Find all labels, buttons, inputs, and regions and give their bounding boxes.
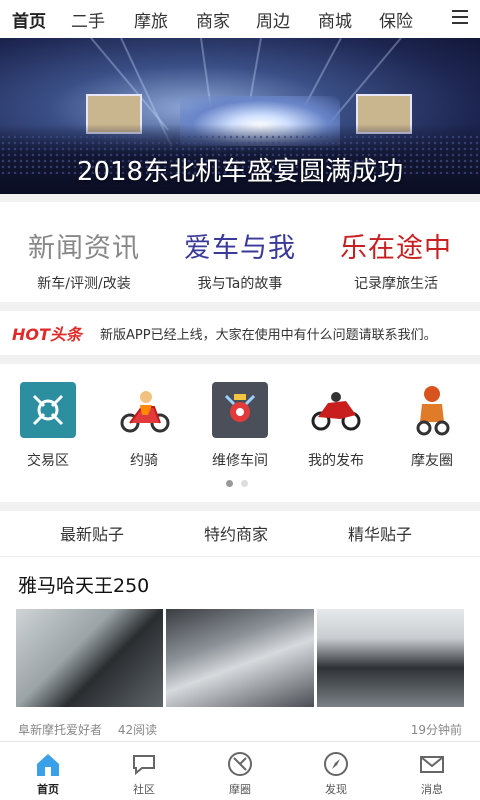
pager-dot[interactable] <box>241 480 248 487</box>
rider-icon <box>404 382 460 438</box>
entry-ride-label: 约骑 <box>130 453 158 469</box>
post-image[interactable] <box>166 609 314 707</box>
tab-special-merchants[interactable]: 特约商家 <box>204 521 268 545</box>
tab-home[interactable]: 首页 <box>12 7 46 42</box>
tab-nearby[interactable]: 周边 <box>256 7 290 32</box>
post-image[interactable] <box>316 609 464 707</box>
compass-icon <box>324 752 348 776</box>
bottom-nav-messages[interactable]: 消息 <box>384 742 480 800</box>
entry-trade[interactable]: 交易区 <box>0 382 96 470</box>
category-my-bike-title: 爱车与我 <box>184 233 296 264</box>
bottom-nav-discover-label: 发现 <box>325 783 347 796</box>
tab-featured-posts[interactable]: 精华贴子 <box>348 521 412 545</box>
post-images <box>16 609 464 707</box>
pager-dot[interactable] <box>226 480 233 487</box>
trade-tools-icon <box>20 382 76 438</box>
grid-pager[interactable] <box>226 480 248 487</box>
tab-latest-posts[interactable]: 最新贴子 <box>60 521 124 559</box>
quick-entry-grid: 交易区 约骑 维修车间 我的发布 摩友圈 <box>0 364 480 502</box>
bottom-nav-home-label: 首页 <box>37 783 59 796</box>
bottom-nav-messages-label: 消息 <box>421 783 443 796</box>
post-image[interactable] <box>16 609 164 707</box>
post-time: 19分钟前 <box>410 723 462 737</box>
hot-headline-bar[interactable]: HOT头条 新版APP已经上线，大家在使用中有什么问题请联系我们。 <box>0 311 480 355</box>
category-my-bike[interactable]: 爱车与我 我与Ta的故事 <box>160 226 320 293</box>
entry-repair-label: 维修车间 <box>212 453 268 469</box>
post-tabs: 最新贴子 特约商家 精华贴子 <box>0 511 480 559</box>
bottom-nav-discover[interactable]: 发现 <box>288 742 384 800</box>
post-author: 阜新摩托爱好者 <box>18 723 103 737</box>
hot-logo: HOT头条 <box>12 325 82 344</box>
post-card[interactable]: 雅马哈天王250 阜新摩托爱好者 42阅读 19分钟前 <box>0 557 480 741</box>
entry-my-posts-label: 我的发布 <box>308 453 364 469</box>
entry-rider-circle[interactable]: 摩友圈 <box>384 382 480 470</box>
bottom-nav-moto-circle-label: 摩圈 <box>229 783 251 796</box>
sport-bike-icon <box>308 382 364 438</box>
bottom-nav-community-label: 社区 <box>133 783 155 796</box>
bottom-nav-moto-circle[interactable]: 摩圈 <box>192 742 288 800</box>
entry-ride[interactable]: 约骑 <box>96 382 192 470</box>
category-news-title: 新闻资讯 <box>28 233 140 264</box>
tab-insurance[interactable]: 保险 <box>379 7 413 32</box>
category-travel[interactable]: 乐在途中 记录摩旅生活 <box>316 226 476 293</box>
chat-bubble-icon <box>133 755 155 776</box>
entry-trade-label: 交易区 <box>27 453 69 469</box>
category-news[interactable]: 新闻资讯 新车/评测/改装 <box>4 226 164 293</box>
entry-rider-circle-label: 摩友圈 <box>411 453 453 469</box>
banner-caption: 2018东北机车盛宴圆满成功 <box>76 157 404 187</box>
home-icon <box>37 754 59 776</box>
category-my-bike-subtitle: 我与Ta的故事 <box>197 276 283 292</box>
post-meta: 阜新摩托爱好者 42阅读 <box>18 721 169 738</box>
envelope-icon <box>420 756 444 773</box>
scooter-ride-icon <box>116 382 172 438</box>
category-travel-subtitle: 记录摩旅生活 <box>354 276 438 292</box>
bottom-nav-home[interactable]: 首页 <box>0 742 96 800</box>
tab-merchants[interactable]: 商家 <box>196 7 230 32</box>
category-section: 新闻资讯 新车/评测/改装 爱车与我 我与Ta的故事 乐在途中 记录摩旅生活 <box>0 202 480 302</box>
post-reads: 42阅读 <box>117 723 158 737</box>
hero-banner[interactable]: 2018东北机车盛宴圆满成功 <box>0 38 480 194</box>
tab-mall[interactable]: 商城 <box>318 7 352 32</box>
post-title: 雅马哈天王250 <box>18 575 150 597</box>
entry-my-posts[interactable]: 我的发布 <box>288 382 384 470</box>
menu-icon[interactable] <box>452 10 468 25</box>
circle-logo-icon <box>228 752 252 776</box>
category-travel-title: 乐在途中 <box>340 233 452 264</box>
entry-repair[interactable]: 维修车间 <box>192 382 288 470</box>
category-news-subtitle: 新车/评测/改装 <box>37 276 131 292</box>
bottom-nav-community[interactable]: 社区 <box>96 742 192 800</box>
tab-moto-travel[interactable]: 摩旅 <box>134 7 168 32</box>
tab-secondhand[interactable]: 二手 <box>71 7 105 32</box>
top-nav: 首页 二手 摩旅 商家 周边 商城 保险 <box>0 0 480 42</box>
hot-message: 新版APP已经上线，大家在使用中有什么问题请联系我们。 <box>100 327 437 343</box>
repair-shop-icon <box>212 382 268 438</box>
bottom-nav: 首页 社区 摩圈 发现 消息 <box>0 741 480 800</box>
